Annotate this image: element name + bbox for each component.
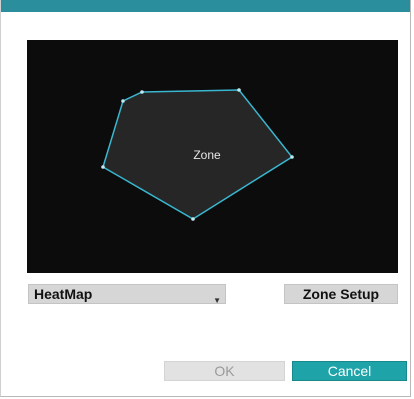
cancel-button[interactable]: Cancel: [292, 361, 407, 381]
mode-select[interactable]: HeatMap ▼: [28, 284, 226, 305]
zone-dialog: Zone HeatMap ▼ Zone Setup OK Cancel: [0, 0, 411, 397]
zone-vertex[interactable]: [191, 217, 195, 221]
dialog-title-bar: [1, 0, 410, 12]
dropdown-arrow-icon: ▼: [213, 296, 221, 305]
zone-vertex[interactable]: [290, 155, 294, 159]
zone-label: Zone: [193, 148, 221, 162]
zone-vertex[interactable]: [237, 88, 241, 92]
camera-preview[interactable]: Zone: [27, 40, 398, 273]
ok-button[interactable]: OK: [164, 361, 285, 381]
zone-vertex[interactable]: [121, 99, 125, 103]
mode-select-value: HeatMap: [34, 286, 93, 302]
zone-vertex[interactable]: [140, 90, 144, 94]
zone-vertex[interactable]: [101, 165, 105, 169]
zone-setup-button[interactable]: Zone Setup: [284, 284, 398, 304]
